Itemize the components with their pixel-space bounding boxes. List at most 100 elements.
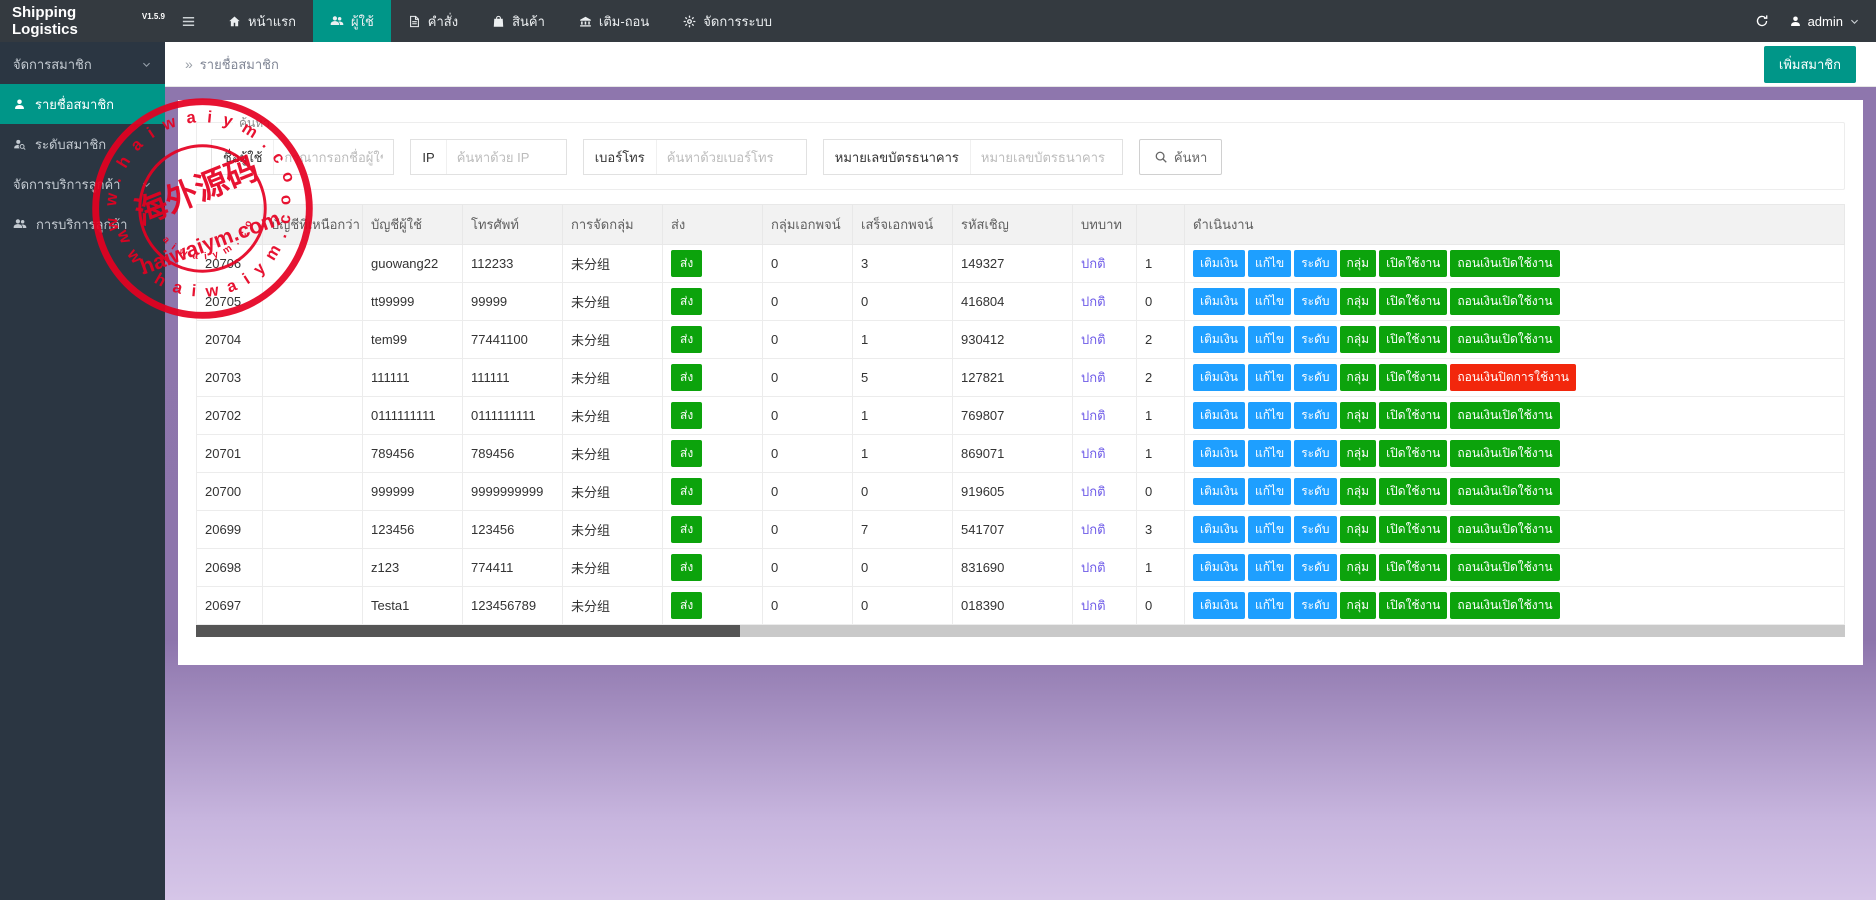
withdraw-enabled-button[interactable]: ถอนเงินเปิดใช้งาน (1450, 554, 1560, 581)
edit-button[interactable]: แก้ไข (1247, 326, 1292, 353)
role-link[interactable]: ปกติ (1081, 446, 1106, 461)
topup-button[interactable]: เติมเงิน (1193, 364, 1245, 391)
role-link[interactable]: ปกติ (1081, 332, 1106, 347)
search-input-3[interactable] (655, 140, 806, 174)
group-button[interactable]: กลุ่ม (1339, 478, 1377, 505)
send-button[interactable]: ส่ง (671, 478, 703, 505)
sidebar-item[interactable]: จัดการบริการลูกค้า (0, 164, 165, 204)
nav-item[interactable]: สินค้า (475, 0, 562, 42)
edit-button[interactable]: แก้ไข (1247, 478, 1292, 505)
topup-button[interactable]: เติมเงิน (1193, 326, 1245, 353)
nav-item[interactable]: คำสั่ง (391, 0, 475, 42)
edit-button[interactable]: แก้ไข (1247, 440, 1292, 467)
send-button[interactable]: ส่ง (671, 402, 703, 429)
send-button[interactable]: ส่ง (671, 554, 703, 581)
enable-button[interactable]: เปิดใช้งาน (1379, 326, 1448, 353)
withdraw-enabled-button[interactable]: ถอนเงินเปิดใช้งาน (1450, 592, 1560, 619)
role-link[interactable]: ปกติ (1081, 560, 1106, 575)
topup-button[interactable]: เติมเงิน (1193, 592, 1245, 619)
send-button[interactable]: ส่ง (671, 440, 703, 467)
send-button[interactable]: ส่ง (671, 326, 703, 353)
enable-button[interactable]: เปิดใช้งาน (1379, 402, 1448, 429)
search-input-2[interactable] (445, 140, 566, 174)
group-button[interactable]: กลุ่ม (1339, 364, 1377, 391)
group-button[interactable]: กลุ่ม (1339, 516, 1377, 543)
topup-button[interactable]: เติมเงิน (1193, 402, 1245, 429)
group-button[interactable]: กลุ่ม (1339, 592, 1377, 619)
level-button[interactable]: ระดับ (1294, 250, 1337, 277)
level-button[interactable]: ระดับ (1294, 402, 1337, 429)
role-link[interactable]: ปกติ (1081, 598, 1106, 613)
group-button[interactable]: กลุ่ม (1339, 250, 1377, 277)
sidebar-item[interactable]: การบริการลูกค้า (0, 204, 165, 244)
enable-button[interactable]: เปิดใช้งาน (1379, 288, 1448, 315)
edit-button[interactable]: แก้ไข (1247, 288, 1292, 315)
level-button[interactable]: ระดับ (1294, 516, 1337, 543)
admin-menu[interactable]: admin (1789, 14, 1860, 29)
edit-button[interactable]: แก้ไข (1247, 402, 1292, 429)
group-button[interactable]: กลุ่ม (1339, 326, 1377, 353)
level-button[interactable]: ระดับ (1294, 288, 1337, 315)
topup-button[interactable]: เติมเงิน (1193, 288, 1245, 315)
search-input-1[interactable] (273, 140, 394, 174)
role-link[interactable]: ปกติ (1081, 256, 1106, 271)
withdraw-enabled-button[interactable]: ถอนเงินเปิดใช้งาน (1450, 288, 1560, 315)
hamburger-menu-icon[interactable] (165, 0, 211, 42)
send-button[interactable]: ส่ง (671, 364, 703, 391)
enable-button[interactable]: เปิดใช้งาน (1379, 554, 1448, 581)
withdraw-disabled-button[interactable]: ถอนเงินปิดการใช้งาน (1450, 364, 1576, 391)
withdraw-enabled-button[interactable]: ถอนเงินเปิดใช้งาน (1450, 478, 1560, 505)
level-button[interactable]: ระดับ (1294, 326, 1337, 353)
withdraw-enabled-button[interactable]: ถอนเงินเปิดใช้งาน (1450, 326, 1560, 353)
enable-button[interactable]: เปิดใช้งาน (1379, 250, 1448, 277)
topup-button[interactable]: เติมเงิน (1193, 478, 1245, 505)
enable-button[interactable]: เปิดใช้งาน (1379, 516, 1448, 543)
search-input-4[interactable] (969, 140, 1122, 174)
send-button[interactable]: ส่ง (671, 288, 703, 315)
edit-button[interactable]: แก้ไข (1247, 554, 1292, 581)
withdraw-enabled-button[interactable]: ถอนเงินเปิดใช้งาน (1450, 440, 1560, 467)
role-link[interactable]: ปกติ (1081, 408, 1106, 423)
topup-button[interactable]: เติมเงิน (1193, 554, 1245, 581)
enable-button[interactable]: เปิดใช้งาน (1379, 478, 1448, 505)
role-link[interactable]: ปกติ (1081, 294, 1106, 309)
withdraw-enabled-button[interactable]: ถอนเงินเปิดใช้งาน (1450, 402, 1560, 429)
add-member-button[interactable]: เพิ่มสมาชิก (1763, 45, 1856, 83)
role-link[interactable]: ปกติ (1081, 522, 1106, 537)
nav-item[interactable]: หน้าแรก (211, 0, 313, 42)
level-button[interactable]: ระดับ (1294, 440, 1337, 467)
sidebar-item[interactable]: จัดการสมาชิก (0, 44, 165, 84)
enable-button[interactable]: เปิดใช้งาน (1379, 592, 1448, 619)
level-button[interactable]: ระดับ (1294, 554, 1337, 581)
nav-item[interactable]: จัดการระบบ (666, 0, 789, 42)
edit-button[interactable]: แก้ไข (1247, 592, 1292, 619)
edit-button[interactable]: แก้ไข (1247, 364, 1292, 391)
send-button[interactable]: ส่ง (671, 516, 703, 543)
horizontal-scrollbar[interactable] (196, 625, 1845, 637)
group-button[interactable]: กลุ่ม (1339, 554, 1377, 581)
edit-button[interactable]: แก้ไข (1247, 516, 1292, 543)
topup-button[interactable]: เติมเงิน (1193, 250, 1245, 277)
nav-item[interactable]: เติม-ถอน (562, 0, 666, 42)
topup-button[interactable]: เติมเงิน (1193, 440, 1245, 467)
level-button[interactable]: ระดับ (1294, 364, 1337, 391)
withdraw-enabled-button[interactable]: ถอนเงินเปิดใช้งาน (1450, 516, 1560, 543)
topup-button[interactable]: เติมเงิน (1193, 516, 1245, 543)
send-button[interactable]: ส่ง (671, 250, 703, 277)
edit-button[interactable]: แก้ไข (1247, 250, 1292, 277)
withdraw-enabled-button[interactable]: ถอนเงินเปิดใช้งาน (1450, 250, 1560, 277)
scrollbar-thumb[interactable] (196, 625, 741, 637)
role-link[interactable]: ปกติ (1081, 484, 1106, 499)
enable-button[interactable]: เปิดใช้งาน (1379, 440, 1448, 467)
nav-item[interactable]: ผู้ใช้ (313, 0, 391, 42)
level-button[interactable]: ระดับ (1294, 478, 1337, 505)
send-button[interactable]: ส่ง (671, 592, 703, 619)
sidebar-item[interactable]: รายชื่อสมาชิก (0, 84, 165, 124)
enable-button[interactable]: เปิดใช้งาน (1379, 364, 1448, 391)
refresh-button[interactable] (1755, 14, 1769, 28)
level-button[interactable]: ระดับ (1294, 592, 1337, 619)
role-link[interactable]: ปกติ (1081, 370, 1106, 385)
sidebar-item[interactable]: ระดับสมาชิก (0, 124, 165, 164)
search-button[interactable]: ค้นหา (1138, 139, 1223, 175)
group-button[interactable]: กลุ่ม (1339, 402, 1377, 429)
